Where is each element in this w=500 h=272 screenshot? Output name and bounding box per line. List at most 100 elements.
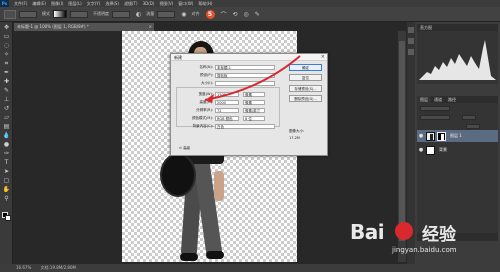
document-tab-label: 未标题-1 @ 100% (图层 1, RGB/8#) * [17, 24, 89, 29]
size-select[interactable] [215, 80, 275, 86]
properties-panel-icon[interactable] [408, 49, 414, 55]
image-size-value: 17.2M [289, 136, 300, 140]
layer-thumbnail [426, 145, 435, 155]
menu-image[interactable]: 图像(I) [51, 1, 63, 7]
actions-panel-icon[interactable] [408, 38, 414, 44]
brush-size-field[interactable] [19, 10, 37, 18]
height-row: 高度(H): 2000 像素 [171, 99, 281, 105]
gradient-tool-icon[interactable]: ▤ [2, 124, 11, 130]
move-tool-icon[interactable]: ✥ [2, 25, 11, 31]
menu-select[interactable]: 选择(S) [105, 1, 119, 7]
document-close-icon[interactable]: × [149, 23, 152, 31]
histogram-panel: 直方图 [417, 24, 498, 84]
reset-button[interactable]: 复位 [289, 74, 322, 81]
zoom-tool-icon[interactable]: ⚲ [2, 196, 11, 202]
hand-tool-icon[interactable]: ✋ [2, 187, 11, 193]
resolution-unit-select[interactable]: 像素/英寸 [243, 107, 265, 113]
menu-view[interactable]: 视图(V) [159, 1, 173, 7]
visibility-eye-icon[interactable]: ● [417, 133, 425, 139]
background-select[interactable]: 白色 [215, 123, 275, 129]
zoom-level[interactable]: 16.67% [16, 265, 31, 270]
history-panel-icon[interactable] [408, 27, 414, 33]
dialog-title: 新建 [174, 55, 182, 60]
menu-filter[interactable]: 滤镜(T) [124, 1, 138, 7]
layer-row-background[interactable]: ● 背景 [417, 144, 498, 156]
lasso-tool-icon[interactable]: ◌ [2, 43, 11, 49]
airbrush-icon[interactable]: ◐ [136, 11, 141, 18]
history-brush-icon[interactable]: ↺ [2, 106, 11, 112]
height-unit-select[interactable]: 像素 [243, 99, 265, 105]
flow-field[interactable] [157, 10, 176, 18]
document-size: 文档:19.8M/2.80M [40, 265, 76, 270]
shape-tool-icon[interactable]: ▢ [2, 178, 11, 184]
gradient-swatch[interactable] [53, 10, 67, 18]
preset-select[interactable]: 剪贴板 [215, 72, 275, 78]
path-select-icon[interactable]: ➤ [2, 169, 11, 175]
pressure-icon[interactable]: ◉ [181, 11, 186, 18]
opacity-label: 不透明度 [93, 11, 109, 16]
background-label: 背景内容(C): [192, 123, 213, 128]
blend-row [417, 114, 498, 121]
advanced-toggle[interactable]: ⊙ 高级 [179, 146, 190, 151]
blend-mode-select[interactable] [420, 115, 450, 120]
stamp-tool-icon[interactable]: ⊥ [2, 97, 11, 103]
healing-tool-icon[interactable]: ✚ [2, 79, 11, 85]
layer-thumbnail [426, 131, 435, 141]
dodge-tool-icon[interactable]: ● [2, 142, 11, 148]
ok-button[interactable]: 确定 [289, 64, 322, 71]
resolution-input[interactable]: 72 [215, 107, 239, 113]
menu-layer[interactable]: 图层(L) [68, 1, 81, 7]
brush-icon-1[interactable]: ⌒ [221, 10, 227, 19]
dialog-title-bar: 新建 × [171, 54, 327, 61]
brush-icon-2[interactable]: ⟲ [233, 11, 238, 18]
opacity-select[interactable] [462, 115, 476, 120]
bit-depth-select[interactable]: 8 位 [243, 115, 265, 121]
document-tab[interactable]: 未标题-1 @ 100% (图层 1, RGB/8#) * × [14, 23, 154, 31]
brush-tool-icon[interactable]: ✎ [2, 88, 11, 94]
dialog-close-icon[interactable]: × [321, 54, 325, 61]
layer-filter-row [417, 105, 498, 112]
name-input[interactable]: 未标题-1 [215, 64, 275, 70]
save-preset-button[interactable]: 存储预设(S)... [289, 85, 322, 92]
marquee-tool-icon[interactable]: ▭ [2, 34, 11, 40]
blur-tool-icon[interactable]: 💧 [2, 133, 11, 139]
tab-paths[interactable]: 路径 [445, 96, 459, 103]
color-mode-select[interactable]: RGB 颜色 [215, 115, 239, 121]
tab-channels[interactable]: 通道 [431, 96, 445, 103]
guitar-body [160, 153, 196, 197]
menu-help[interactable]: 帮助(H) [198, 1, 212, 7]
layer-kind-select[interactable] [420, 106, 450, 111]
background-color-swatch[interactable] [5, 215, 11, 221]
fill-select[interactable] [466, 124, 480, 129]
height-label: 高度(H): [199, 99, 213, 104]
flow-label: 流量 [146, 11, 155, 16]
layer-mask-thumbnail[interactable] [437, 131, 446, 141]
eyedropper-tool-icon[interactable]: ✒ [2, 70, 11, 76]
layer-row-1[interactable]: ● 图层 1 [417, 130, 498, 142]
name-label: 名称(N): [199, 64, 213, 69]
type-tool-icon[interactable]: T [2, 160, 11, 166]
crop-tool-icon[interactable]: ⌗ [2, 61, 11, 67]
mode-select[interactable] [70, 10, 88, 18]
new-document-dialog: 新建 × 名称(N): 未标题-1 预设(P): 剪贴板 大小(I): 宽度(W… [170, 53, 328, 156]
width-input[interactable]: 1500 [215, 91, 239, 97]
menu-type[interactable]: 文字(Y) [87, 1, 101, 7]
brush-icon-4[interactable]: ✎ [255, 11, 260, 18]
menu-edit[interactable]: 编辑(E) [32, 1, 46, 7]
opacity-field[interactable] [112, 10, 130, 18]
delete-preset-button[interactable]: 删除预设(D)... [289, 95, 322, 102]
visibility-eye-icon[interactable]: ● [417, 147, 425, 153]
height-input[interactable]: 2000 [215, 99, 239, 105]
menu-3d[interactable]: 3D(D) [143, 1, 155, 6]
baidu-jingyan-watermark: Bai 经验 jingyan.baidu.com [350, 216, 480, 264]
quick-select-tool-icon[interactable]: ✧ [2, 52, 11, 58]
menu-window[interactable]: 窗口(W) [178, 1, 193, 7]
eraser-tool-icon[interactable]: ▱ [2, 115, 11, 121]
menu-file[interactable]: 文件(F) [14, 1, 27, 7]
scrollbar-thumb[interactable] [399, 41, 405, 241]
pen-tool-icon[interactable]: ✑ [2, 151, 11, 157]
tab-layers[interactable]: 图层 [417, 96, 431, 103]
width-unit-select[interactable]: 像素 [243, 91, 265, 97]
brush-icon-3[interactable]: ◎ [244, 11, 249, 18]
tool-preset-picker[interactable] [4, 9, 16, 19]
